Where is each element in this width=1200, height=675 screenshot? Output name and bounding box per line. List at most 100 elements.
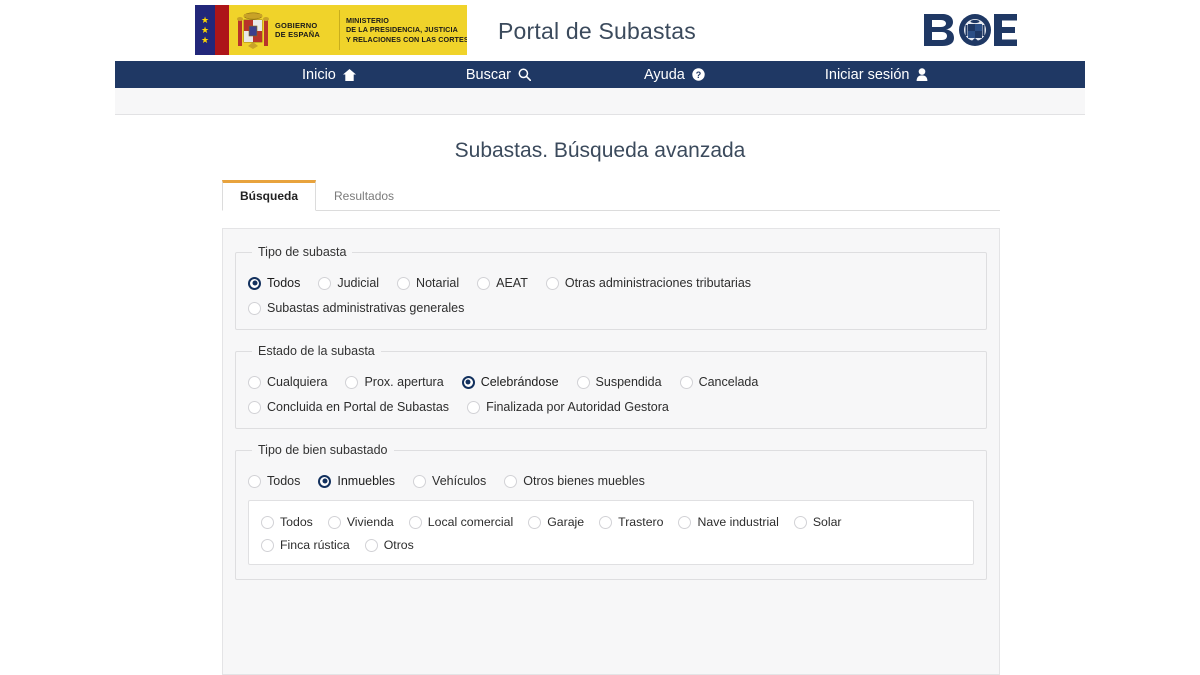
spain-flag-red-band [215, 5, 229, 55]
radio-dot-icon [408, 515, 422, 529]
radio-dot-icon [504, 474, 518, 488]
nav-label-buscar: Buscar [465, 66, 511, 83]
radio-tipo-judicial[interactable]: Judicial [318, 276, 379, 290]
radio-row: Cualquiera Prox. apertura Celebrándose S… [248, 375, 974, 389]
radio-dot-icon [528, 515, 542, 529]
eu-star-icon: ★ [200, 25, 210, 35]
ministry-name-text: MINISTERIO DE LA PRESIDENCIA, JUSTICIA Y… [346, 15, 467, 44]
legend-estado-de-la-subasta: Estado de la subasta [258, 344, 375, 358]
radio-dot-icon [318, 474, 332, 488]
radio-dot-icon [413, 474, 427, 488]
fieldset-tipo-de-bien-subastado: Tipo de bien subastado Todos Inmuebles V… [235, 443, 987, 580]
radio-dot-icon [678, 515, 692, 529]
nav-label-ayuda: Ayuda [644, 66, 685, 83]
nav-item-ayuda[interactable]: Ayuda ? [644, 61, 705, 88]
radio-estado-suspendida[interactable]: Suspendida [576, 375, 662, 389]
home-icon [342, 68, 356, 81]
radio-estado-concluida-en-portal-de-subastas[interactable]: Concluida en Portal de Subastas [248, 400, 449, 414]
radio-inmueble-local-comercial[interactable]: Local comercial [408, 515, 513, 529]
breadcrumb [115, 88, 1085, 115]
gov-logo-yellow-field: GOBIERNO DE ESPAÑA MINISTERIO DE LA PRESI… [229, 5, 467, 55]
radio-bien-todos[interactable]: Todos [248, 474, 300, 488]
radio-row: Todos Inmuebles Vehículos Otros bienes m… [248, 474, 974, 488]
radio-tipo-aeat[interactable]: AEAT [477, 276, 528, 290]
nav-label-inicio: Inicio [302, 66, 336, 83]
nav-item-inicio[interactable]: Inicio [302, 61, 356, 88]
gov-logo-divider [339, 10, 340, 50]
radio-estado-celebrandose[interactable]: Celebrándose [461, 375, 559, 389]
radio-dot-icon [327, 515, 341, 529]
radio-dot-icon [248, 301, 261, 315]
radio-row: Concluida en Portal de Subastas Finaliza… [248, 400, 974, 414]
radio-dot-icon [599, 515, 613, 529]
gobierno-de-espana-logo: ★ ★ ★ GOBIERNO DE ESPAÑA MINISTERIO DE L… [195, 5, 467, 55]
nav-item-iniciar-sesion[interactable]: Iniciar sesión [825, 61, 929, 88]
radio-dot-icon [345, 375, 359, 389]
radio-tipo-notarial[interactable]: Notarial [397, 276, 459, 290]
radio-dot-icon [364, 538, 378, 552]
spain-coat-of-arms-icon [233, 8, 273, 52]
site-header: ★ ★ ★ GOBIERNO DE ESPAÑA MINISTERIO DE L… [0, 0, 1200, 60]
radio-dot-icon [261, 515, 274, 529]
radio-bien-vehiculos[interactable]: Vehículos [413, 474, 486, 488]
boe-logo[interactable] [922, 12, 1018, 48]
radio-dot-icon [461, 375, 475, 389]
radio-dot-icon [261, 538, 274, 552]
radio-dot-icon [248, 400, 261, 414]
fieldset-estado-de-la-subasta: Estado de la subasta Cualquiera Prox. ap… [235, 344, 987, 429]
search-icon [518, 68, 531, 81]
nav-item-buscar[interactable]: Buscar [466, 61, 531, 88]
radio-dot-icon [545, 276, 559, 290]
radio-dot-icon [679, 375, 693, 389]
radio-dot-icon [793, 515, 807, 529]
user-icon [916, 68, 928, 81]
nav-label-iniciar-sesion: Iniciar sesión [824, 66, 910, 83]
radio-inmueble-solar[interactable]: Solar [793, 515, 842, 529]
radio-tipo-otras-administraciones-tributarias[interactable]: Otras administraciones tributarias [545, 276, 751, 290]
radio-dot-icon [318, 276, 332, 290]
radio-row: Todos Judicial Notarial AEAT Otras admin… [248, 276, 974, 290]
radio-inmueble-trastero[interactable]: Trastero [599, 515, 663, 529]
eu-star-icon: ★ [200, 35, 210, 45]
radio-tipo-todos[interactable]: Todos [248, 276, 300, 290]
radio-dot-icon [576, 375, 590, 389]
radio-dot-icon [248, 276, 261, 290]
radio-estado-cancelada[interactable]: Cancelada [679, 375, 758, 389]
search-form-panel: Tipo de subasta Todos Judicial Notarial … [222, 228, 1000, 675]
radio-dot-icon [477, 276, 491, 290]
legend-tipo-de-bien-subastado: Tipo de bien subastado [258, 443, 388, 457]
radio-inmueble-vivienda[interactable]: Vivienda [327, 515, 394, 529]
eu-flag-blue-band: ★ ★ ★ [195, 5, 215, 55]
radio-estado-prox-apertura[interactable]: Prox. apertura [345, 375, 444, 389]
eu-star-icon: ★ [200, 15, 210, 25]
inmuebles-subtype-panel: Todos Vivienda Local comercial Garaje Tr… [248, 500, 974, 565]
svg-text:?: ? [696, 70, 702, 80]
radio-estado-finalizada-por-autoridad-gestora[interactable]: Finalizada por Autoridad Gestora [467, 400, 669, 414]
fieldset-tipo-de-subasta: Tipo de subasta Todos Judicial Notarial … [235, 245, 987, 330]
legend-tipo-de-subasta: Tipo de subasta [258, 245, 347, 259]
tab-resultados[interactable]: Resultados [316, 182, 412, 211]
page-title: Subastas. Búsqueda avanzada [454, 139, 746, 162]
radio-inmueble-todos[interactable]: Todos [261, 515, 313, 529]
radio-dot-icon [467, 400, 481, 414]
radio-bien-inmuebles[interactable]: Inmuebles [318, 474, 395, 488]
main-navigation: Inicio Buscar Ayuda ? Iniciar sesión [115, 61, 1085, 88]
radio-inmueble-finca-rustica[interactable]: Finca rústica [261, 538, 350, 552]
gov-logo-primary-text: GOBIERNO DE ESPAÑA [275, 21, 321, 39]
radio-row: Subastas administrativas generales [248, 301, 974, 315]
radio-dot-icon [248, 375, 261, 389]
radio-row: Todos Vivienda Local comercial Garaje Tr… [261, 515, 961, 529]
radio-dot-icon [248, 474, 261, 488]
radio-dot-icon [397, 276, 411, 290]
radio-estado-cualquiera[interactable]: Cualquiera [248, 375, 327, 389]
radio-tipo-subastas-administrativas-generales[interactable]: Subastas administrativas generales [248, 301, 464, 315]
radio-inmueble-garaje[interactable]: Garaje [528, 515, 584, 529]
radio-bien-otros-bienes-muebles[interactable]: Otros bienes muebles [504, 474, 645, 488]
radio-inmueble-otros[interactable]: Otros [364, 538, 414, 552]
radio-inmueble-nave-industrial[interactable]: Nave industrial [678, 515, 779, 529]
help-icon: ? [692, 68, 705, 81]
tab-bar: Búsqueda Resultados [222, 180, 1000, 211]
portal-title: Portal de Subastas [498, 18, 696, 44]
tab-busqueda[interactable]: Búsqueda [222, 180, 317, 211]
radio-row: Finca rústica Otros [261, 538, 961, 552]
